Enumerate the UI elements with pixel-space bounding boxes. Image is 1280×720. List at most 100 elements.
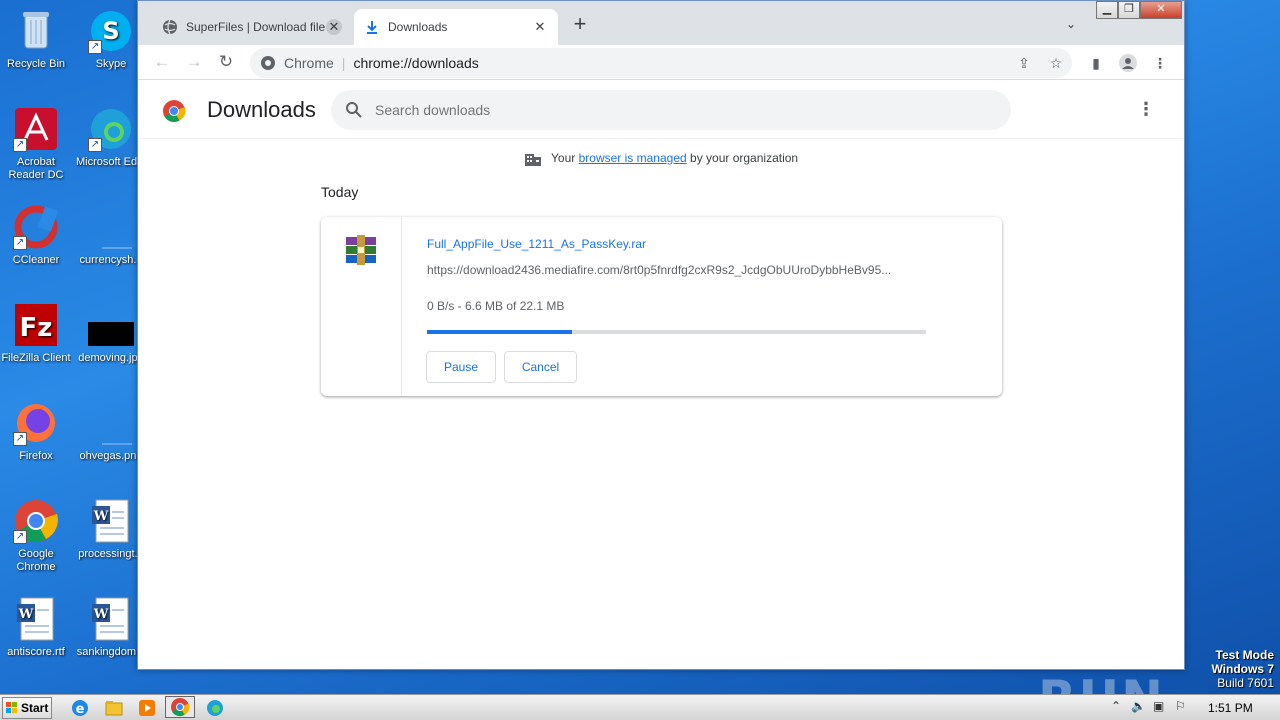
omnibox-separator: | xyxy=(341,55,346,71)
show-hidden-icons-icon[interactable]: ⌃ xyxy=(1111,699,1121,713)
desktop-icon-processingt[interactable]: W processingt... xyxy=(76,498,146,561)
word-doc-icon: W xyxy=(88,498,134,544)
managed-suffix: by your organization xyxy=(686,151,799,165)
desktop-icon-label: Firefox xyxy=(19,450,53,462)
tab-search-chevron-icon[interactable]: ⌄ xyxy=(1066,17,1076,31)
downloads-menu-icon[interactable]: ⋮ xyxy=(1136,99,1156,119)
word-doc-icon: W xyxy=(88,596,134,642)
close-tab-icon[interactable]: ✕ xyxy=(326,19,342,35)
tab-downloads[interactable]: Downloads ✕ xyxy=(354,9,558,45)
close-window-button[interactable]: ✕ xyxy=(1140,1,1182,19)
managed-notice: Your browser is managed by your organiza… xyxy=(138,151,1184,166)
chrome-window: SuperFiles | Download file ID ✕ Download… xyxy=(137,0,1185,670)
download-filename-link[interactable]: Full_AppFile_Use_1211_As_PassKey.rar xyxy=(427,237,646,251)
desktop-icon-antiscore[interactable]: W antiscore.rtf xyxy=(1,596,71,659)
internet-explorer-icon[interactable]: e xyxy=(70,698,90,718)
tab-superfiles[interactable]: SuperFiles | Download file ID ✕ xyxy=(152,9,352,45)
svg-text:S: S xyxy=(102,17,119,45)
chrome-menu-icon[interactable]: ⋮ xyxy=(1150,53,1170,73)
tab-strip: SuperFiles | Download file ID ✕ Download… xyxy=(138,1,1184,45)
desktop-icon-filezilla[interactable]: Fz FileZilla Client xyxy=(1,302,71,365)
desktop-icon-chrome[interactable]: ↗ Google Chrome xyxy=(1,498,71,574)
maximize-button[interactable]: ❐ xyxy=(1118,1,1140,19)
download-progress-fill xyxy=(427,330,572,334)
shortcut-arrow-icon: ↗ xyxy=(13,236,27,250)
desktop-icon-label: demoving.jpg xyxy=(78,352,144,364)
reload-button[interactable]: ↻ xyxy=(216,53,236,73)
desktop-icon-skype[interactable]: S ↗ Skype xyxy=(76,8,146,71)
desktop-icon-label: Google Chrome xyxy=(16,548,56,573)
cancel-button[interactable]: Cancel xyxy=(504,351,577,383)
tab-title: Downloads xyxy=(388,20,448,34)
rar-archive-icon xyxy=(346,235,376,265)
page-title: Downloads xyxy=(207,97,316,122)
recycle-bin-icon xyxy=(13,8,59,54)
shortcut-arrow-icon: ↗ xyxy=(13,432,27,446)
shortcut-arrow-icon: ↗ xyxy=(88,40,102,54)
file-explorer-icon[interactable] xyxy=(104,698,124,718)
profile-avatar-icon[interactable] xyxy=(1118,53,1138,73)
desktop-icon-recycle-bin[interactable]: Recycle Bin xyxy=(1,8,71,71)
downloads-page: Downloads ⋮ Your browser is managed by y… xyxy=(138,81,1184,669)
pause-button[interactable]: Pause xyxy=(426,351,496,383)
close-tab-icon[interactable]: ✕ xyxy=(532,19,548,35)
desktop-icon-label: processingt... xyxy=(78,548,144,560)
date-section-heading: Today xyxy=(321,184,359,200)
network-icon[interactable]: ▣ xyxy=(1153,699,1164,713)
chrome-icon xyxy=(171,698,190,717)
back-button[interactable]: ← xyxy=(152,53,172,73)
test-mode-line1: Test Mode xyxy=(1215,648,1274,662)
start-button[interactable]: Start xyxy=(2,697,52,719)
shortcut-arrow-icon: ↗ xyxy=(13,530,27,544)
desktop-icon-label: CCleaner xyxy=(12,254,60,266)
shortcut-arrow-icon: ↗ xyxy=(13,138,27,152)
clock[interactable]: 1:51 PM xyxy=(1208,701,1253,715)
download-source-url: https://download2436.mediafire.com/8rt0p… xyxy=(427,263,892,277)
search-downloads-box[interactable] xyxy=(331,90,1011,130)
bookmark-star-icon[interactable]: ☆ xyxy=(1046,53,1066,73)
side-panel-icon[interactable]: ▮ xyxy=(1086,53,1106,73)
desktop-icon-ccleaner[interactable]: ↗ CCleaner xyxy=(1,204,71,267)
svg-text:W: W xyxy=(93,509,109,524)
test-mode-line3: Build 7601 xyxy=(1217,676,1274,690)
forward-button[interactable]: → xyxy=(184,53,204,73)
browser-managed-link[interactable]: browser is managed xyxy=(579,151,687,165)
desktop-icon-label: antiscore.rtf xyxy=(7,646,65,658)
desktop-icon-label: sankingdom... xyxy=(76,646,146,658)
edge-icon[interactable] xyxy=(205,698,225,718)
desktop-icon-sankingdom[interactable]: W sankingdom... xyxy=(76,596,146,659)
omnibox-url: chrome://downloads xyxy=(353,55,479,71)
download-item-card: Full_AppFile_Use_1211_As_PassKey.rar htt… xyxy=(321,217,1002,396)
blank-file-icon xyxy=(88,400,134,446)
volume-icon[interactable]: 🔈 xyxy=(1131,699,1146,713)
chrome-logo-icon xyxy=(163,100,186,122)
taskbar-chrome-button[interactable] xyxy=(165,696,195,718)
building-icon xyxy=(524,153,541,166)
desktop-icon-acrobat[interactable]: ↗ Acrobat Reader DC xyxy=(1,106,71,182)
acrobat-icon: ↗ xyxy=(13,106,59,152)
omnibox[interactable]: Chrome | chrome://downloads xyxy=(250,48,1072,78)
share-icon[interactable]: ⇪ xyxy=(1014,53,1034,73)
download-progress-bar xyxy=(427,330,926,334)
desktop-icon-edge[interactable]: ↗ Microsoft Edge xyxy=(76,106,146,169)
minimize-button[interactable]: ▁ xyxy=(1096,1,1118,19)
omnibox-site-label: Chrome xyxy=(284,55,334,71)
desktop-icon-currencysh[interactable]: currencysh... xyxy=(76,204,146,267)
desktop-icon-label: ohvegas.png xyxy=(79,450,143,462)
svg-text:W: W xyxy=(18,607,34,622)
desktop-icon-firefox[interactable]: ↗ Firefox xyxy=(1,400,71,463)
desktop-icon-demoving[interactable]: demoving.jpg xyxy=(76,302,146,365)
download-item-icon-column xyxy=(321,217,402,396)
system-tray: ⌃ 🔈 ▣ ⚐ xyxy=(1103,695,1280,720)
desktop-icon-ohvegas[interactable]: ohvegas.png xyxy=(76,400,146,463)
media-player-icon[interactable] xyxy=(137,698,157,718)
action-center-flag-icon[interactable]: ⚐ xyxy=(1175,699,1186,713)
search-input[interactable] xyxy=(375,98,975,122)
chrome-icon: ↗ xyxy=(13,498,59,544)
desktop-icon-label: Skype xyxy=(95,58,127,70)
chrome-site-icon xyxy=(261,56,275,70)
new-tab-button[interactable]: + xyxy=(568,13,592,37)
globe-icon xyxy=(163,19,177,35)
svg-text:e: e xyxy=(76,702,85,717)
start-label: Start xyxy=(21,701,49,715)
